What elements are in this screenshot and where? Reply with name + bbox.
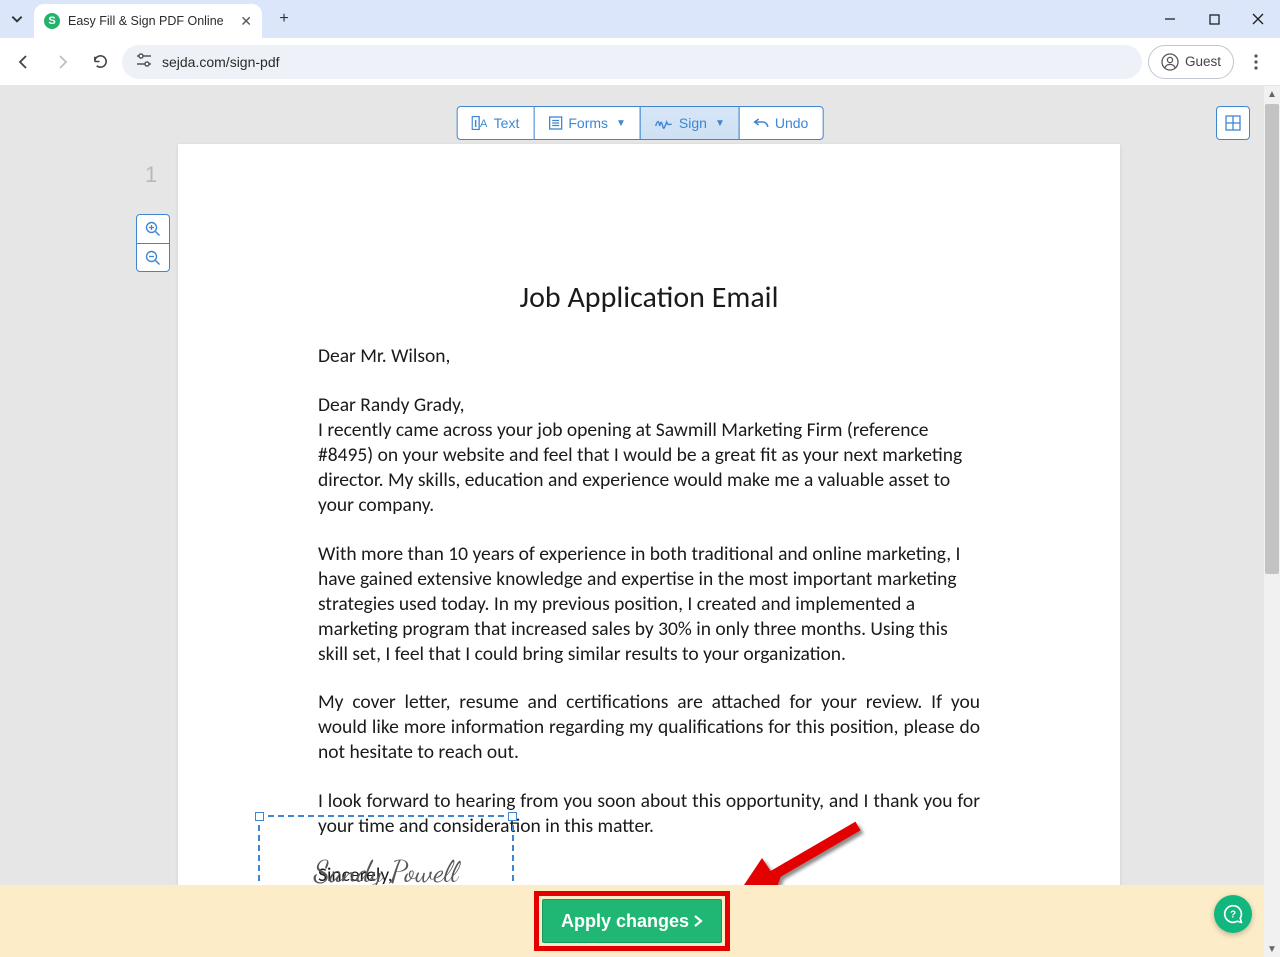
annotation-highlight: Apply changes — [534, 891, 730, 951]
chevron-right-icon — [693, 914, 703, 928]
page-number: 1 — [145, 162, 157, 188]
undo-icon — [754, 116, 769, 130]
doc-greeting: Dear Mr. Wilson, — [318, 344, 980, 369]
svg-text:A: A — [480, 118, 488, 130]
text-tool-button[interactable]: IA Text — [457, 106, 535, 140]
text-icon: IA — [472, 116, 488, 130]
forward-button[interactable] — [46, 46, 78, 78]
help-icon: ? — [1223, 904, 1243, 924]
doc-paragraph: My cover letter, resume and certificatio… — [318, 690, 980, 765]
footer-bar: Apply changes — [0, 885, 1264, 957]
document-title: Job Application Email — [318, 279, 980, 316]
undo-button[interactable]: Undo — [739, 106, 823, 140]
forms-icon — [548, 116, 562, 130]
sign-tool-button[interactable]: Sign ▼ — [640, 106, 740, 140]
close-window-button[interactable] — [1236, 0, 1280, 38]
thumbnails-grid-button[interactable] — [1216, 106, 1250, 140]
svg-text:I: I — [474, 119, 477, 130]
favicon-icon: S — [44, 13, 60, 29]
tab-title: Easy Fill & Sign PDF Online — [68, 14, 232, 28]
scroll-thumb[interactable] — [1265, 104, 1279, 574]
forms-tool-button[interactable]: Forms ▼ — [533, 106, 641, 140]
doc-greeting2: Dear Randy Grady, — [318, 393, 980, 418]
url-text: sejda.com/sign-pdf — [162, 54, 280, 70]
apply-changes-button[interactable]: Apply changes — [542, 899, 722, 943]
browser-tab[interactable]: S Easy Fill & Sign PDF Online ✕ — [34, 4, 262, 38]
zoom-in-button[interactable] — [137, 215, 169, 243]
svg-text:?: ? — [1230, 909, 1236, 920]
doc-paragraph: I recently came across your job opening … — [318, 418, 980, 518]
back-button[interactable] — [8, 46, 40, 78]
profile-guest-chip[interactable]: Guest — [1148, 45, 1234, 79]
new-tab-button[interactable]: + — [270, 5, 298, 33]
maximize-button[interactable] — [1192, 0, 1236, 38]
scroll-down-arrow[interactable]: ▼ — [1264, 941, 1280, 957]
zoom-out-icon — [145, 250, 161, 266]
person-icon — [1161, 53, 1179, 71]
zoom-in-icon — [145, 221, 161, 237]
grid-icon — [1225, 115, 1241, 131]
signature-icon — [655, 117, 673, 129]
site-settings-icon[interactable] — [136, 53, 152, 70]
scroll-up-arrow[interactable]: ▲ — [1264, 86, 1280, 102]
vertical-scrollbar[interactable]: ▲ ▼ — [1264, 86, 1280, 957]
caret-down-icon: ▼ — [616, 118, 626, 129]
zoom-out-button[interactable] — [137, 243, 169, 271]
help-button[interactable]: ? — [1214, 895, 1252, 933]
close-tab-icon[interactable]: ✕ — [240, 13, 252, 30]
resize-handle-top-left[interactable] — [255, 812, 264, 821]
guest-label: Guest — [1185, 54, 1221, 69]
reload-button[interactable] — [84, 46, 116, 78]
browser-menu-button[interactable] — [1240, 46, 1272, 78]
caret-down-icon: ▼ — [715, 118, 725, 129]
doc-paragraph: With more than 10 years of experience in… — [318, 542, 980, 667]
tabs-dropdown[interactable] — [0, 12, 34, 26]
resize-handle-top-right[interactable] — [508, 812, 517, 821]
minimize-button[interactable] — [1148, 0, 1192, 38]
address-bar[interactable]: sejda.com/sign-pdf — [122, 45, 1142, 79]
